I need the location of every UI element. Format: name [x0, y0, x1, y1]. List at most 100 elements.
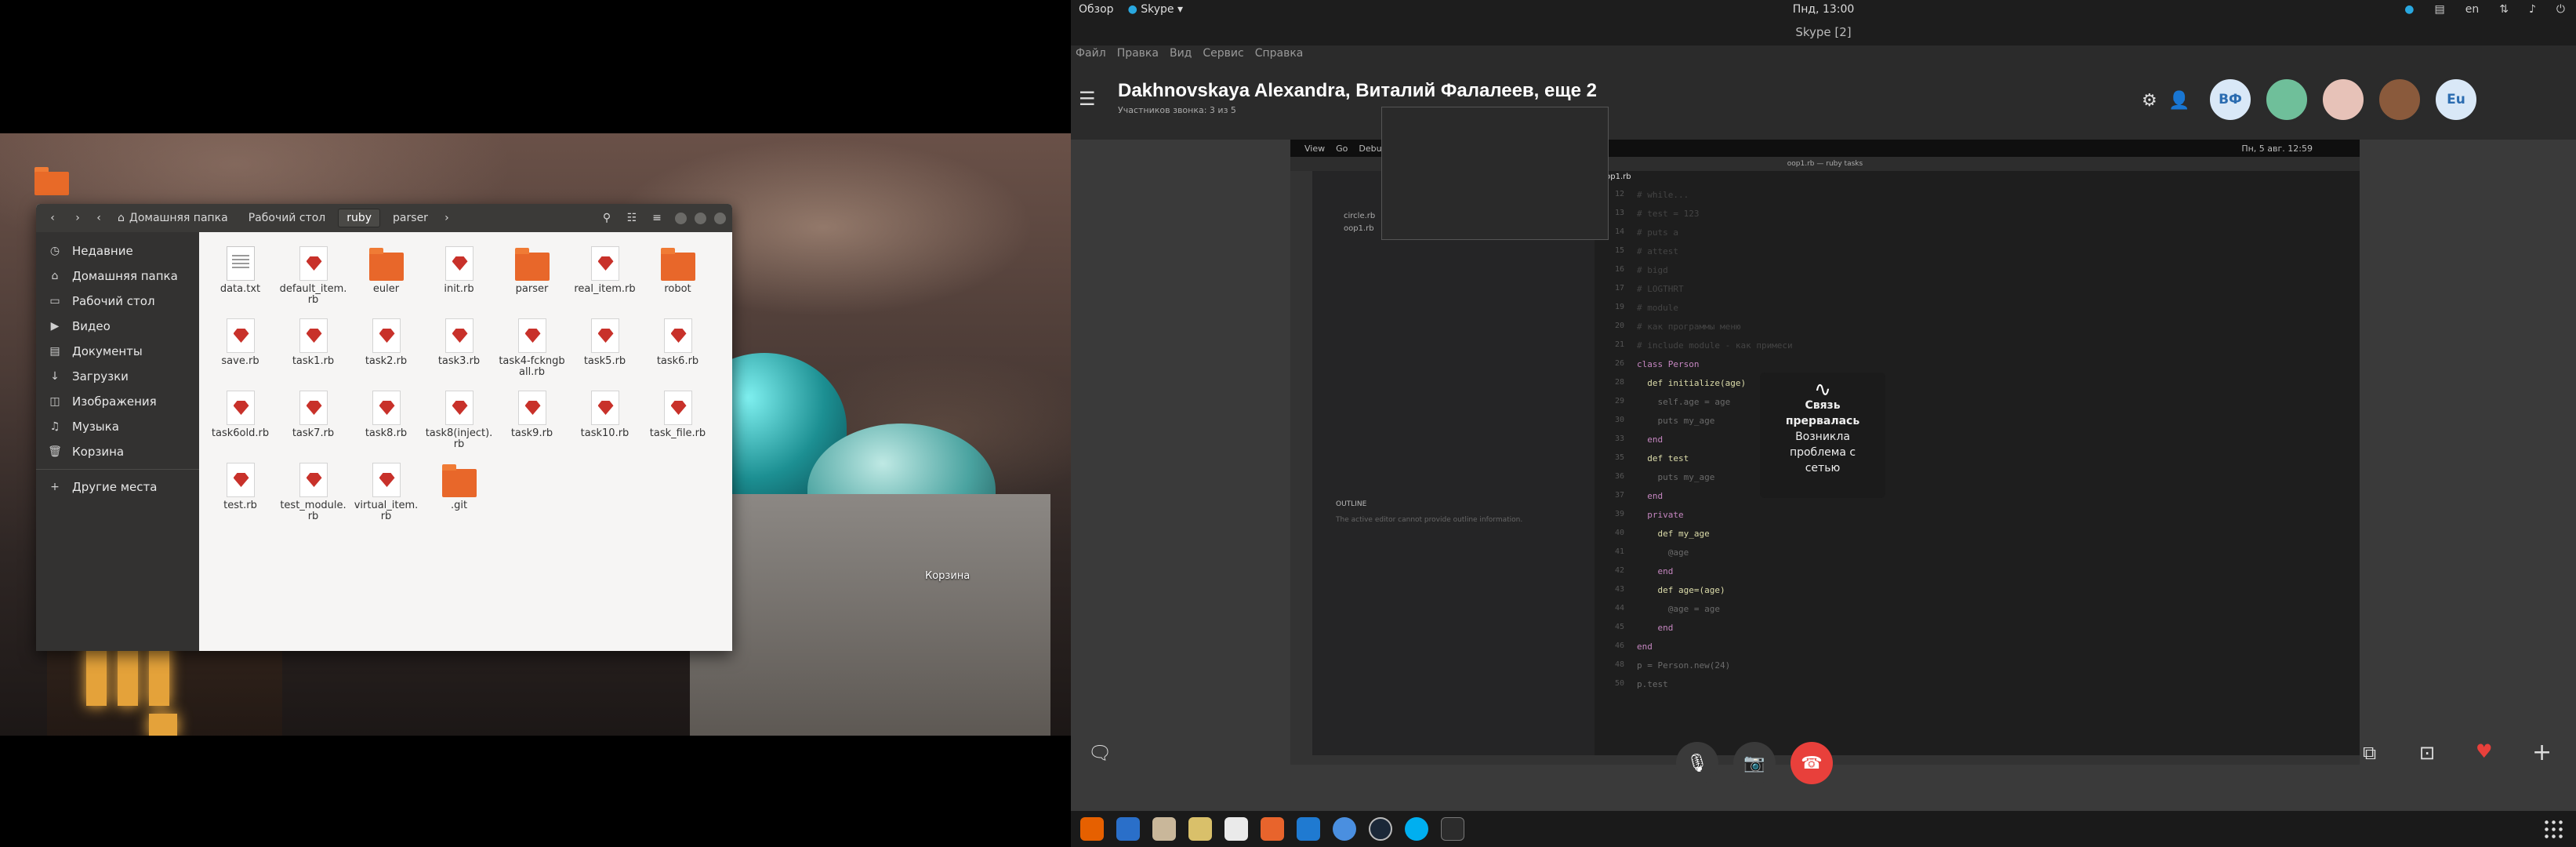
sidebar-item[interactable]: ▤ Документы	[36, 339, 199, 364]
chromium-icon[interactable]	[1333, 817, 1356, 841]
file-item[interactable]: task6.rb	[641, 318, 714, 391]
overview-button[interactable]: Обзор	[1079, 3, 1114, 16]
files-icon[interactable]	[1152, 817, 1176, 841]
sidebar-item-label: Загрузки	[72, 369, 129, 384]
file-item[interactable]: task9.rb	[495, 391, 568, 463]
mute-button[interactable]: 🎙	[1676, 742, 1718, 784]
notes-tray-icon[interactable]: ▤	[2435, 3, 2445, 16]
crumb-left-icon[interactable]: ‹	[93, 209, 105, 227]
shared-menu-item: View	[1304, 143, 1326, 154]
sidebar-item[interactable]: ◫ Изображения	[36, 389, 199, 414]
file-item[interactable]: data.txt	[204, 246, 277, 318]
libreoffice-icon[interactable]	[1225, 817, 1248, 841]
language-indicator[interactable]: en	[2465, 3, 2480, 16]
skype-icon[interactable]	[1405, 817, 1428, 841]
participant-avatar[interactable]	[2320, 77, 2366, 122]
file-item[interactable]: task8.rb	[350, 391, 423, 463]
add-participant-icon[interactable]: 👤	[2168, 91, 2190, 111]
video-off-button[interactable]: 📷	[1733, 742, 1776, 784]
file-item[interactable]: task7.rb	[277, 391, 350, 463]
network-icon[interactable]: ⇅	[2499, 3, 2509, 16]
menu-item[interactable]: Файл	[1076, 47, 1106, 60]
add-icon[interactable]: +	[2532, 739, 2552, 766]
hamburger-icon[interactable]: ☰	[1079, 88, 1096, 110]
sidebar-item[interactable]: ♫ Музыка	[36, 414, 199, 439]
menu-item[interactable]: Вид	[1170, 47, 1192, 60]
code-line: # bigd	[1637, 265, 1668, 275]
file-item[interactable]: .git	[423, 463, 495, 535]
file-item[interactable]: euler	[350, 246, 423, 318]
sidebar-item-label: Музыка	[72, 420, 119, 434]
connection-wave-icon: ∿	[1814, 378, 1831, 402]
participant-avatar[interactable]: Eu	[2433, 77, 2479, 122]
file-item[interactable]: virtual_item.rb	[350, 463, 423, 535]
file-item[interactable]: task1.rb	[277, 318, 350, 391]
sidebar-item[interactable]: 🗑 Корзина	[36, 439, 199, 464]
view-toggle-icon[interactable]: ☷	[622, 209, 642, 227]
screenshot-icon[interactable]: ⊡	[2419, 742, 2435, 764]
file-item[interactable]: task5.rb	[568, 318, 641, 391]
software-center-icon[interactable]	[1261, 817, 1284, 841]
firefox-icon[interactable]	[1080, 817, 1104, 841]
file-item[interactable]: real_item.rb	[568, 246, 641, 318]
file-item[interactable]: task10.rb	[568, 391, 641, 463]
power-icon[interactable]: ⏻	[2556, 3, 2565, 16]
terminal-icon[interactable]	[1441, 817, 1464, 841]
file-item[interactable]: test_module.rb	[277, 463, 350, 535]
file-item[interactable]: task2.rb	[350, 318, 423, 391]
file-item[interactable]: parser	[495, 246, 568, 318]
sidebar-item[interactable]: ↓ Загрузки	[36, 364, 199, 389]
search-icon[interactable]: ⚲	[597, 209, 617, 227]
sidebar-item[interactable]: ◷ Недавние	[36, 238, 199, 264]
breadcrumb-ruby[interactable]: ruby	[338, 209, 381, 227]
file-item[interactable]: save.rb	[204, 318, 277, 391]
crumb-right-icon[interactable]: ›	[441, 209, 453, 227]
file-item[interactable]: task8(inject).rb	[423, 391, 495, 463]
participant-avatar[interactable]	[2264, 77, 2309, 122]
file-item[interactable]: task6old.rb	[204, 391, 277, 463]
menu-item[interactable]: Правка	[1117, 47, 1159, 60]
skype-tray-icon[interactable]: ●	[2404, 3, 2414, 16]
back-icon[interactable]: ‹	[42, 209, 63, 227]
menu-item[interactable]: Сервис	[1203, 47, 1243, 60]
forward-icon[interactable]: ›	[67, 209, 88, 227]
steam-icon[interactable]	[1369, 817, 1392, 841]
sidebar-item[interactable]: ▭ Рабочий стол	[36, 289, 199, 314]
file-item[interactable]: robot	[641, 246, 714, 318]
breadcrumb-desktop[interactable]: Рабочий стол	[241, 209, 334, 227]
desktop-folder-icon[interactable]	[34, 167, 69, 195]
menu-item[interactable]: Справка	[1255, 47, 1304, 60]
thunderbird-icon[interactable]	[1116, 817, 1140, 841]
sidebar-item[interactable]: ⌂ Домашняя папка	[36, 264, 199, 289]
sidebar-item[interactable]: + Другие места	[36, 474, 199, 500]
participant-avatar[interactable]	[2377, 77, 2422, 122]
breadcrumb-home[interactable]: ⌂ Домашняя папка	[110, 209, 236, 227]
file-item[interactable]: default_item.rb	[277, 246, 350, 318]
sidebar-item[interactable]: ▶ Видео	[36, 314, 199, 339]
file-item[interactable]: init.rb	[423, 246, 495, 318]
line-number: 35	[1614, 453, 1624, 462]
breadcrumb-parser[interactable]: parser	[385, 209, 436, 227]
clock[interactable]: Пнд, 13:00	[1793, 3, 1855, 16]
end-call-button[interactable]: ☎	[1791, 742, 1833, 784]
file-item[interactable]: task4-fckngball.rb	[495, 318, 568, 391]
app-grid-icon[interactable]	[2543, 819, 2565, 841]
file-item[interactable]: test.rb	[204, 463, 277, 535]
skype-app-menu[interactable]: ● Skype ▾	[1128, 3, 1183, 16]
close-button[interactable]	[714, 212, 726, 224]
menu-icon[interactable]: ≡	[647, 209, 667, 227]
switch-screen-icon[interactable]: ⧉	[2363, 742, 2376, 764]
file-item[interactable]: task_file.rb	[641, 391, 714, 463]
participant-avatar[interactable]: ВФ	[2208, 77, 2253, 122]
minimize-button[interactable]	[675, 212, 687, 224]
desktop-trash-label[interactable]: Корзина	[925, 570, 970, 582]
vscode-icon[interactable]	[1297, 817, 1320, 841]
settings-icon[interactable]: ⚙	[2142, 91, 2157, 111]
file-item[interactable]: task3.rb	[423, 318, 495, 391]
maximize-button[interactable]	[695, 212, 706, 224]
self-preview[interactable]	[1381, 107, 1609, 240]
heart-icon[interactable]: ♥	[2476, 740, 2493, 762]
chat-icon[interactable]: 🗨	[1088, 742, 1112, 764]
volume-icon[interactable]: ♪	[2529, 3, 2536, 16]
rhythmbox-icon[interactable]	[1188, 817, 1212, 841]
